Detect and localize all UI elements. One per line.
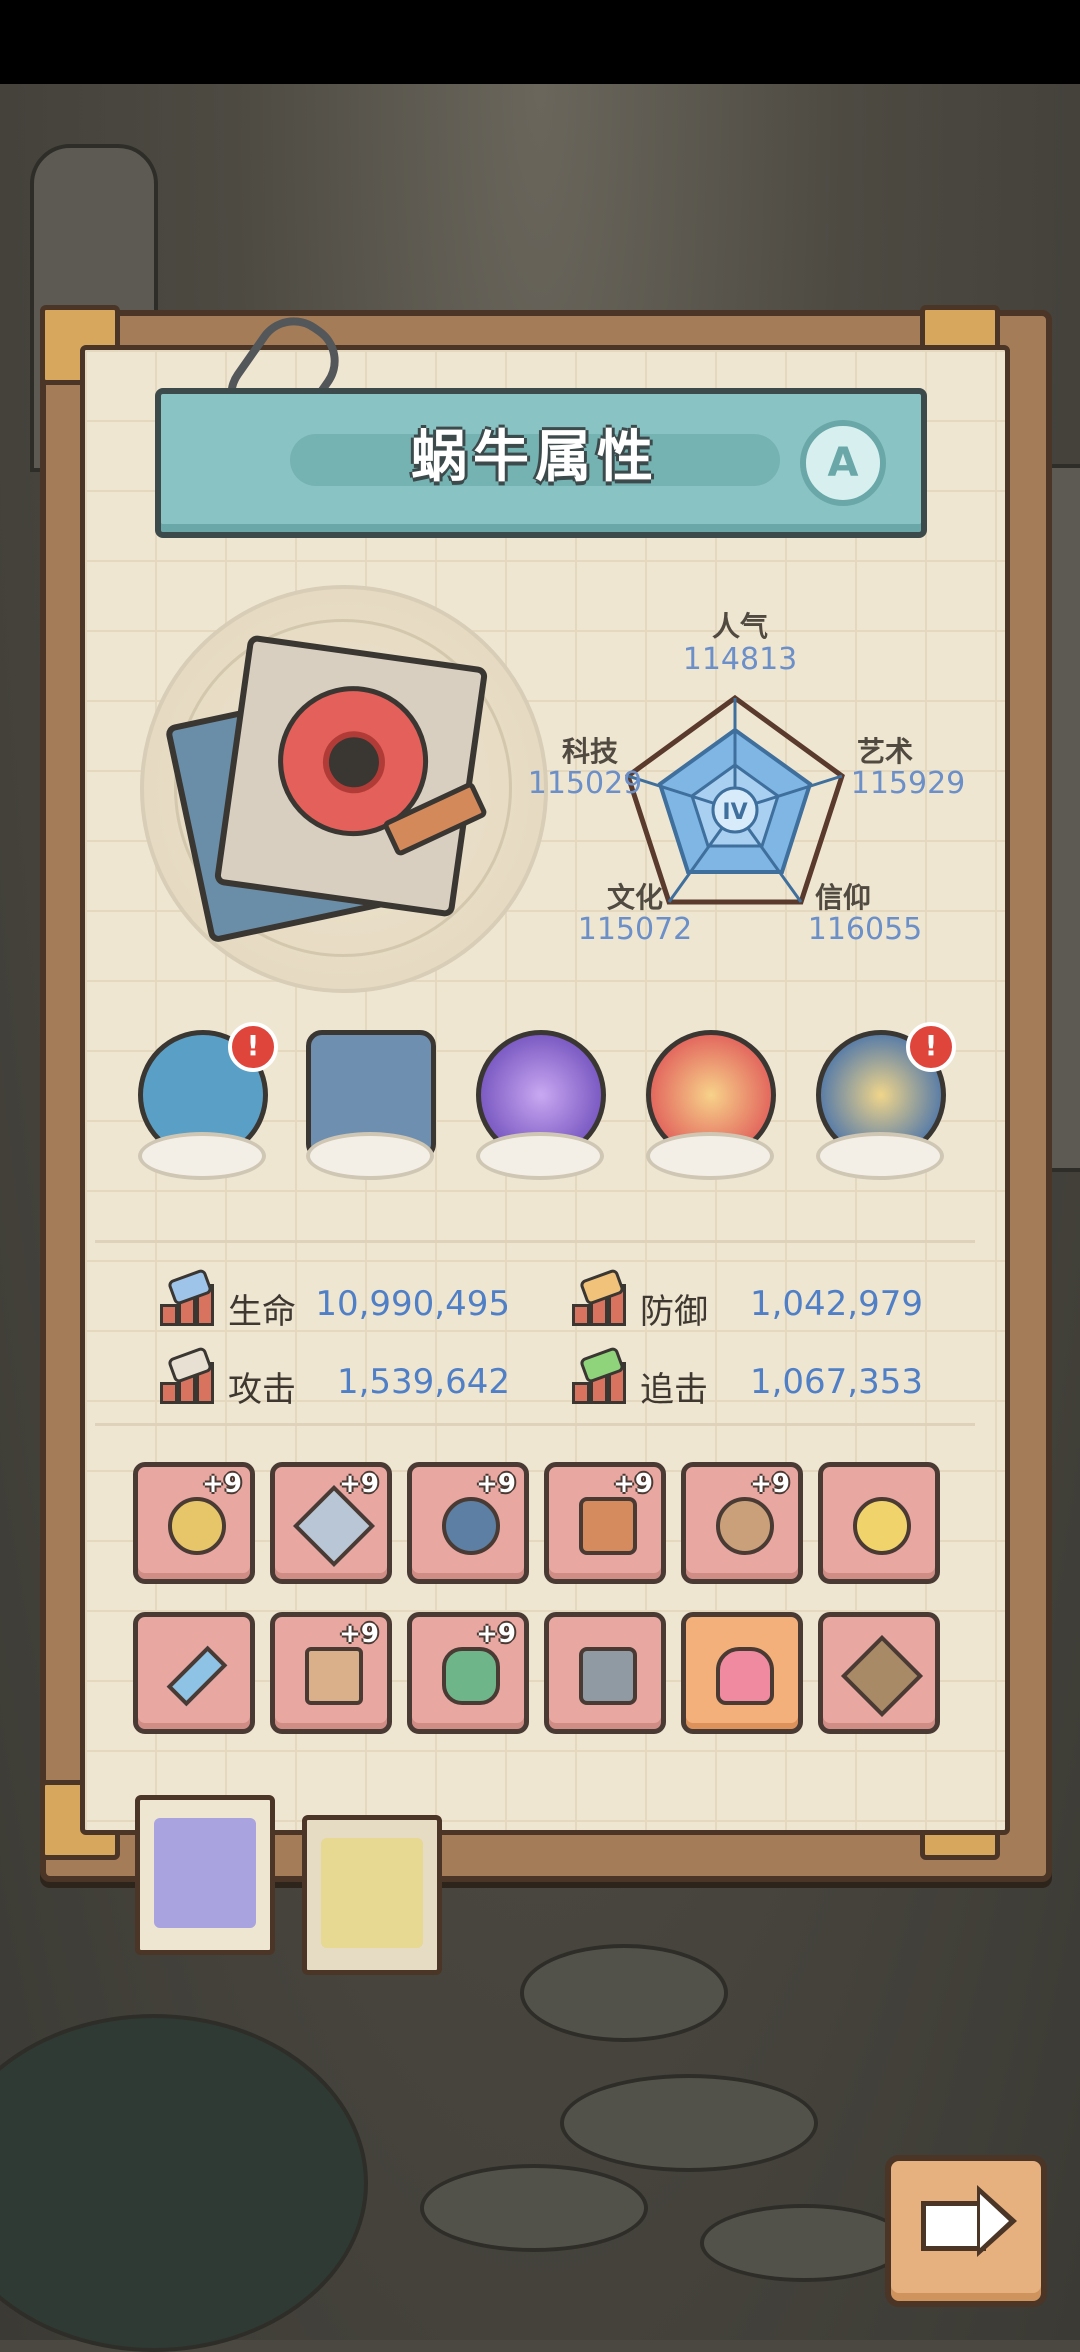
status-bar (0, 0, 1080, 84)
radar-label-faith: 信仰 (814, 881, 871, 914)
attack-value: 1,539,642 (336, 1362, 510, 1402)
hp-stat-icon (160, 1267, 216, 1326)
shell-icon (321, 1838, 423, 1948)
defense-label: 防御 (640, 1292, 708, 1332)
equip-slot-2[interactable]: +9 (270, 1462, 392, 1584)
golden-ring-icon (853, 1497, 911, 1555)
relic-slot-1[interactable]: ! (128, 1022, 278, 1180)
defense-value: 1,042,979 (749, 1284, 923, 1324)
equip-slot-4[interactable]: +9 (544, 1462, 666, 1584)
pants-armor-icon (305, 1647, 363, 1705)
radar-value-tech: 115029 (527, 766, 643, 801)
radar-label-culture: 文化 (606, 881, 663, 914)
robot-chip-icon (579, 1647, 637, 1705)
equip-slot-6[interactable] (818, 1462, 940, 1584)
equip-slot-9[interactable]: +9 (407, 1612, 529, 1734)
eye-card-icon[interactable] (213, 634, 489, 918)
relic-slot-4[interactable] (636, 1030, 776, 1180)
attack-label: 攻击 (228, 1370, 296, 1410)
equip-slot-8[interactable]: +9 (270, 1612, 392, 1734)
radar-value-faith: 116055 (807, 912, 923, 947)
sword-icon (166, 1645, 228, 1707)
hammer-weapon-icon (168, 1497, 226, 1555)
defense-stat-icon (572, 1267, 628, 1326)
dna-staff-icon (579, 1497, 637, 1555)
radar-value-popularity: 114813 (682, 642, 798, 677)
radar-value-art: 115929 (850, 766, 966, 801)
relic-slot-2[interactable] (296, 1030, 436, 1180)
equip-slot-11[interactable] (681, 1612, 803, 1734)
equip-slot-5[interactable]: +9 (681, 1462, 803, 1584)
equip-slot-12[interactable] (818, 1612, 940, 1734)
equip-slot-1[interactable]: +9 (133, 1462, 255, 1584)
pursuit-stat-icon (572, 1345, 628, 1404)
pursuit-label: 追击 (640, 1370, 708, 1410)
alert-badge: ! (228, 1022, 278, 1072)
hp-value: 10,990,495 (315, 1284, 510, 1324)
pursuit-value: 1,067,353 (749, 1362, 923, 1402)
page-title: 蜗牛属性 (411, 425, 659, 490)
snail-face-icon (154, 1818, 256, 1928)
next-button[interactable] (885, 2155, 1047, 2307)
radar-label-popularity: 人气 (711, 610, 768, 643)
claw-glove-icon (716, 1647, 774, 1705)
tab-snail[interactable] (135, 1795, 275, 1955)
grade-badge[interactable]: A (800, 420, 886, 506)
tab-shell[interactable] (302, 1815, 442, 1975)
crossbow-icon (840, 1634, 924, 1718)
radar-value-culture: 115072 (577, 912, 693, 947)
alert-badge: ! (906, 1022, 956, 1072)
trident-icon (442, 1647, 500, 1705)
attack-stat-icon (160, 1345, 216, 1404)
ring-armor-icon (442, 1497, 500, 1555)
hp-label: 生命 (228, 1292, 296, 1332)
relic-slot-5[interactable]: ! (806, 1022, 956, 1180)
radar-label-tech: 科技 (561, 735, 618, 768)
orb-gadget-icon (716, 1497, 774, 1555)
equip-slot-7[interactable] (133, 1612, 255, 1734)
equip-slot-3[interactable]: +9 (407, 1462, 529, 1584)
equip-slot-10[interactable] (544, 1612, 666, 1734)
relic-slot-3[interactable] (466, 1030, 606, 1180)
radar-label-art: 艺术 (856, 735, 913, 768)
radar-level: IV (722, 800, 747, 825)
